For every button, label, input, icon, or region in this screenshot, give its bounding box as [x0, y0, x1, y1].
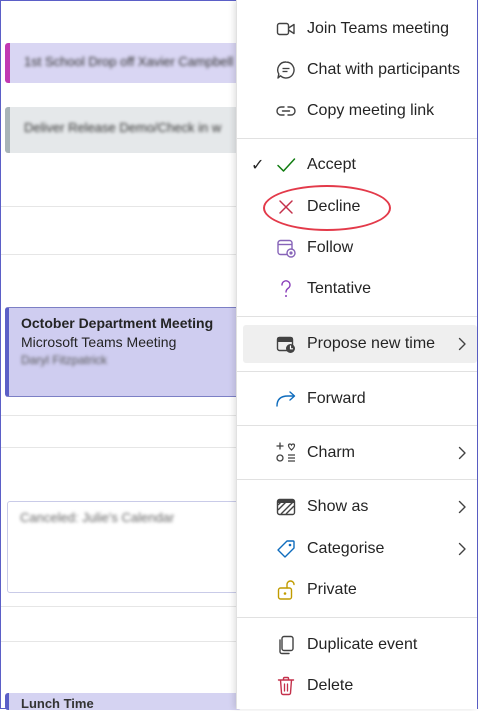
- menu-item-propose-new-time[interactable]: Propose new time: [243, 325, 477, 363]
- event-title: Canceled: Julie's Calendar: [20, 510, 175, 525]
- copy-icon: [275, 634, 297, 656]
- menu-item-label: Show as: [307, 498, 369, 515]
- chevron-right-icon: [458, 500, 466, 514]
- menu-item-follow[interactable]: Follow: [237, 229, 477, 267]
- event-title: Lunch Time: [21, 696, 94, 710]
- calendar-event[interactable]: 1st School Drop off Xavier Campbell: [5, 43, 241, 83]
- meeting-organizer: Daryl Fitzpatrick: [21, 353, 108, 367]
- menu-separator: [237, 138, 477, 139]
- decline-highlight-callout: [263, 185, 391, 231]
- forward-arrow-icon: [275, 388, 297, 410]
- menu-item-label: Duplicate event: [307, 636, 418, 653]
- link-icon: [275, 100, 297, 122]
- calendar-event[interactable]: Canceled: Julie's Calendar: [7, 501, 241, 593]
- menu-item-label: Chat with participants: [307, 61, 460, 78]
- time-gridline: [1, 447, 241, 448]
- checkmark-icon: [275, 154, 297, 176]
- menu-item-duplicate-event[interactable]: Duplicate event: [237, 626, 477, 664]
- tag-icon: [275, 538, 297, 560]
- time-gridline: [1, 415, 241, 416]
- charm-icon: [275, 442, 297, 464]
- time-gridline: [1, 641, 241, 642]
- time-gridline: [1, 254, 241, 255]
- event-title: Deliver Release Demo/Check in w: [24, 120, 222, 135]
- time-gridline: [1, 606, 241, 607]
- menu-item-categorise[interactable]: Categorise: [237, 530, 477, 568]
- meeting-location: Microsoft Teams Meeting: [21, 334, 177, 350]
- menu-item-label: Tentative: [307, 280, 372, 297]
- menu-item-label: Accept: [307, 156, 356, 173]
- calendar-follow-icon: [275, 237, 297, 259]
- menu-separator: [237, 617, 477, 618]
- menu-item-label: Copy meeting link: [307, 102, 435, 119]
- video-camera-icon: [275, 18, 297, 40]
- selected-checkmark: ✓: [251, 157, 265, 174]
- calendar-event[interactable]: Deliver Release Demo/Check in w: [5, 107, 241, 153]
- time-gridline: [1, 206, 241, 207]
- menu-item-label: Charm: [307, 444, 356, 461]
- chevron-right-icon: [458, 337, 466, 351]
- menu-item-private[interactable]: Private: [237, 571, 477, 609]
- question-mark-icon: [275, 278, 297, 300]
- meeting-title: October Department Meeting: [21, 315, 214, 331]
- menu-item-forward[interactable]: Forward: [237, 380, 477, 418]
- context-menu: Join Teams meeting Chat with participant…: [236, 0, 477, 709]
- menu-item-show-as[interactable]: Show as: [237, 488, 477, 526]
- chevron-right-icon: [458, 542, 466, 556]
- menu-item-tentative[interactable]: Tentative: [237, 270, 477, 308]
- calendar-view: 1st School Drop off Xavier Campbell Deli…: [1, 1, 241, 710]
- menu-item-label: Join Teams meeting: [307, 20, 449, 37]
- trash-icon: [275, 675, 297, 697]
- menu-item-label: Categorise: [307, 540, 385, 557]
- menu-item-label: Follow: [307, 239, 354, 256]
- menu-item-label: Propose new time: [307, 335, 436, 352]
- chevron-right-icon: [458, 446, 466, 460]
- show-as-icon: [275, 496, 297, 518]
- chat-bubble-icon: [275, 59, 297, 81]
- menu-item-chat-with-participants[interactable]: Chat with participants: [237, 51, 477, 89]
- event-title: 1st School Drop off Xavier Campbell: [24, 54, 234, 69]
- menu-item-join-teams-meeting[interactable]: Join Teams meeting: [237, 10, 477, 48]
- selected-meeting-event[interactable]: October Department Meeting Microsoft Tea…: [5, 307, 241, 397]
- menu-separator: [237, 371, 477, 372]
- menu-item-charm[interactable]: Charm: [237, 434, 477, 472]
- menu-item-accept[interactable]: ✓ Accept: [237, 146, 477, 184]
- menu-separator: [237, 316, 477, 317]
- menu-separator: [237, 425, 477, 426]
- menu-item-label: Delete: [307, 677, 354, 694]
- calendar-event[interactable]: Lunch Time: [5, 693, 241, 710]
- menu-item-delete[interactable]: Delete: [237, 667, 477, 705]
- menu-separator: [237, 479, 477, 480]
- lock-open-icon: [275, 579, 297, 601]
- menu-item-copy-meeting-link[interactable]: Copy meeting link: [237, 92, 477, 130]
- menu-item-label: Forward: [307, 390, 366, 407]
- menu-item-label: Private: [307, 581, 357, 598]
- calendar-clock-icon: [275, 333, 297, 355]
